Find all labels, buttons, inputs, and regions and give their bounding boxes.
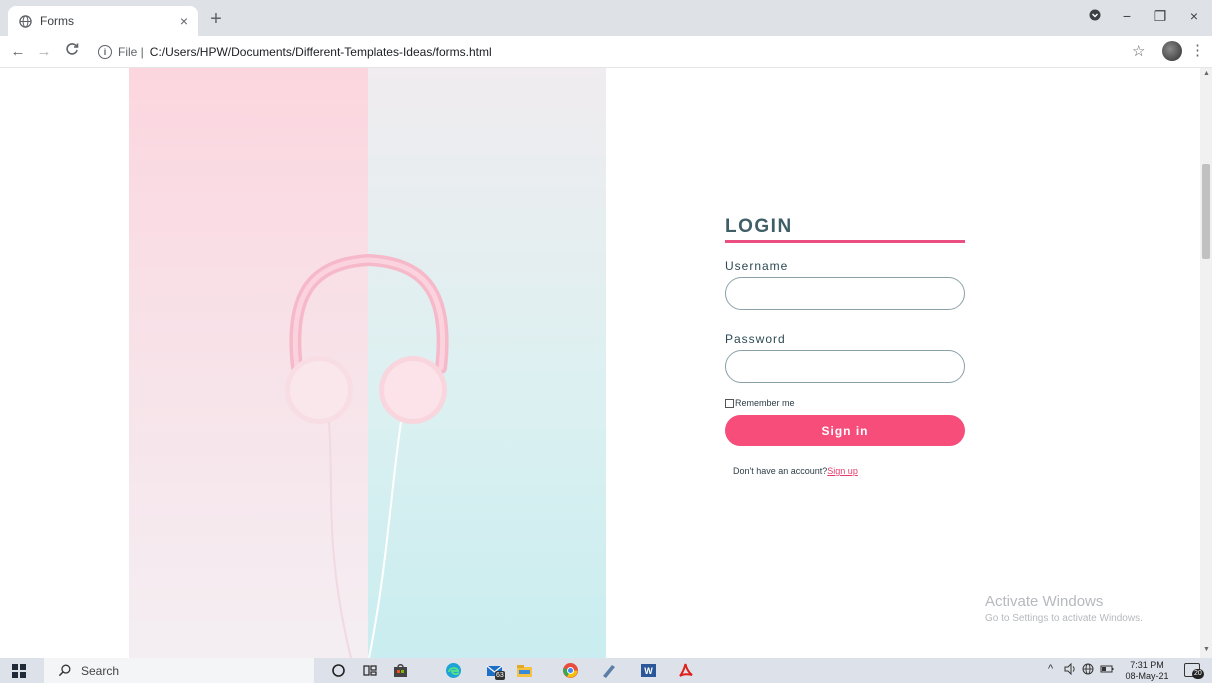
login-title-underline <box>725 240 965 243</box>
forward-button[interactable]: → <box>34 42 54 62</box>
address-scheme-label: File | <box>118 45 144 59</box>
word-icon[interactable]: W <box>640 662 657 679</box>
tray-chevron-up-icon[interactable]: ^ <box>1048 663 1053 675</box>
volume-icon[interactable] <box>1064 662 1077 678</box>
file-explorer-icon[interactable] <box>516 662 533 679</box>
watermark-title: Activate Windows <box>985 593 1104 610</box>
login-form: LOGIN Username Password Remember me Sign… <box>725 216 965 476</box>
mail-icon[interactable]: 63 <box>486 662 505 680</box>
scrollbar-thumb[interactable] <box>1202 164 1210 259</box>
globe-icon <box>18 14 32 28</box>
network-globe-icon[interactable] <box>1082 663 1094 678</box>
chrome-icon[interactable] <box>562 662 579 679</box>
password-input[interactable] <box>725 350 965 383</box>
reload-button[interactable] <box>62 42 82 62</box>
search-icon <box>58 664 71 677</box>
sign-up-link[interactable]: Sign up <box>827 466 858 476</box>
remember-me-label: Remember me <box>735 398 795 408</box>
signup-prompt: Don't have an account? <box>733 466 828 476</box>
new-tab-button[interactable]: + <box>205 9 227 31</box>
info-icon[interactable]: i <box>98 45 112 59</box>
bookmark-star-icon[interactable]: ☆ <box>1132 42 1145 60</box>
battery-icon[interactable] <box>1100 663 1114 678</box>
password-label: Password <box>725 332 786 346</box>
browser-tab-bar: Forms × + − ❐ × <box>0 0 1212 36</box>
windows-logo-icon[interactable] <box>12 664 26 678</box>
notes-icon[interactable] <box>600 662 617 679</box>
sign-in-button[interactable]: Sign in <box>725 415 965 446</box>
address-url[interactable]: C:/Users/HPW/Documents/Different-Templat… <box>150 45 492 59</box>
activate-windows-watermark: Activate Windows Go to Settings to activ… <box>985 593 1143 624</box>
taskbar-search-label: Search <box>81 663 120 678</box>
page-scrollbar[interactable]: ▲ ▼ <box>1200 68 1212 658</box>
back-button[interactable]: ← <box>8 42 28 62</box>
profile-menu-icon[interactable] <box>1083 8 1107 24</box>
address-bar[interactable]: i File | C:/Users/HPW/Documents/Differen… <box>98 41 1138 63</box>
close-window-button[interactable]: × <box>1182 8 1206 24</box>
remember-me-row: Remember me <box>725 398 965 408</box>
taskbar-clock[interactable]: 7:31 PM 08-May-21 <box>1122 660 1172 682</box>
hero-image <box>129 68 606 658</box>
task-view-icon[interactable] <box>362 662 379 679</box>
browser-toolbar: ← → i File | C:/Users/HPW/Documents/Diff… <box>0 36 1212 68</box>
minimize-button[interactable]: − <box>1115 8 1139 24</box>
browser-menu-icon[interactable]: ⋮ <box>1190 41 1205 59</box>
headphones-icon <box>285 253 449 658</box>
page-viewport: LOGIN Username Password Remember me Sign… <box>0 68 1200 658</box>
login-title: LOGIN <box>725 216 793 237</box>
notification-count-badge: 20 <box>1192 669 1204 679</box>
tab-close-icon[interactable]: × <box>180 13 188 29</box>
scroll-up-arrow-icon[interactable]: ▲ <box>1203 70 1210 77</box>
windows-taskbar: Search 63 W ^ 7:31 PM 08-May-21 20 <box>0 658 1212 683</box>
clock-time: 7:31 PM <box>1130 660 1164 670</box>
scroll-down-arrow-icon[interactable]: ▼ <box>1203 646 1210 653</box>
reload-icon <box>66 43 79 55</box>
maximize-button[interactable]: ❐ <box>1148 8 1172 25</box>
profile-avatar[interactable] <box>1162 41 1182 61</box>
signup-row: Don't have an account?Sign up <box>725 466 965 476</box>
store-icon[interactable] <box>392 662 409 679</box>
taskbar-search-box[interactable]: Search <box>44 658 314 683</box>
watermark-subtitle: Go to Settings to activate Windows. <box>985 613 1143 624</box>
remember-me-checkbox[interactable] <box>725 398 734 408</box>
username-input[interactable] <box>725 277 965 310</box>
browser-tab[interactable]: Forms × <box>8 6 198 36</box>
username-label: Username <box>725 259 789 273</box>
edge-icon[interactable] <box>445 662 462 679</box>
acrobat-icon[interactable] <box>677 662 694 679</box>
tab-title: Forms <box>40 14 74 28</box>
mail-badge: 63 <box>495 671 505 680</box>
clock-date: 08-May-21 <box>1125 671 1169 681</box>
svg-text:W: W <box>644 666 653 676</box>
cortana-icon[interactable] <box>330 662 347 679</box>
